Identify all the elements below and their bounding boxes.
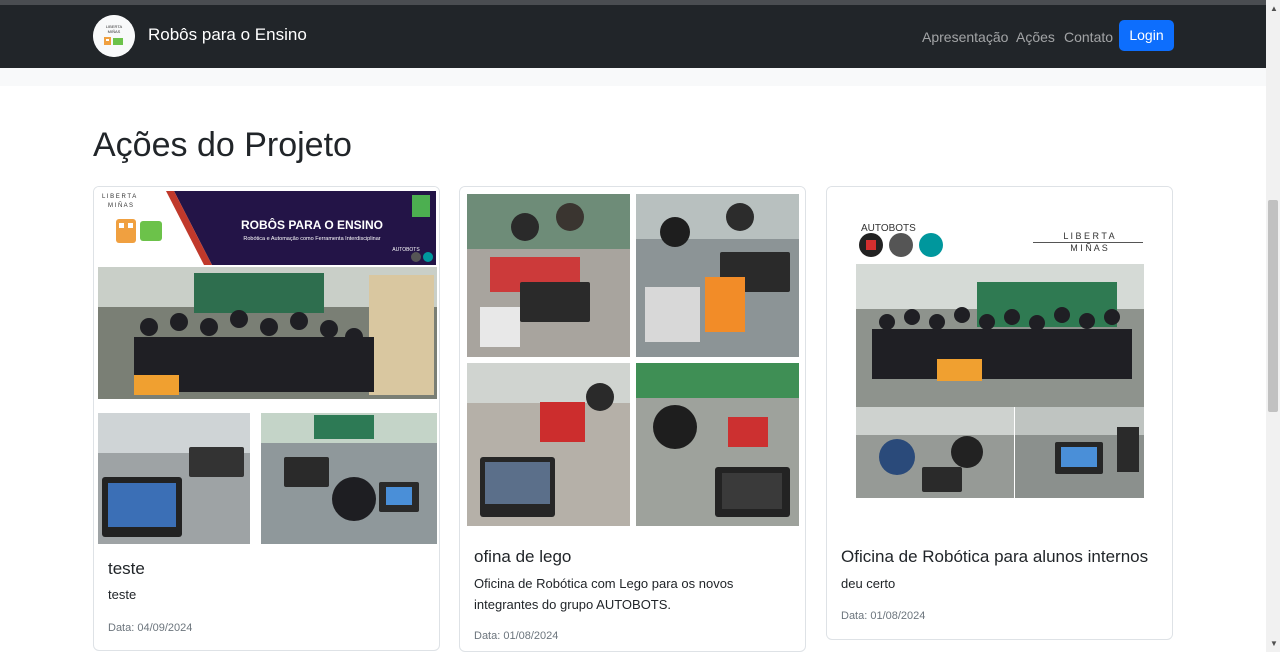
navbar: LIBERTA MIÑAS Robôs para o Ensino Aprese… [0,5,1266,68]
svg-text:M I Ñ A S: M I Ñ A S [108,202,133,209]
card-title[interactable]: ofina de lego [474,547,571,567]
card-image [460,187,805,537]
scroll-down-icon[interactable]: ▼ [1269,639,1279,648]
nav-link-apresentacao[interactable]: Apresentação [922,29,1008,45]
card-title[interactable]: teste [108,559,145,579]
logo-image: LIBERTA MIÑAS [93,15,135,57]
action-card-lego[interactable]: ofina de lego Oficina de Robótica com Le… [459,186,806,652]
svg-text:M I Ñ A S: M I Ñ A S [1070,243,1108,253]
card-image: AUTOBOTS L I B E R T A M I Ñ A S [827,187,1172,527]
login-button[interactable]: Login [1119,20,1174,51]
hero-band [0,68,1266,86]
brand-name[interactable]: Robôs para o Ensino [148,25,307,45]
action-card-oficina[interactable]: AUTOBOTS L I B E R T A M I Ñ A S Oficina… [826,186,1173,640]
card-image: L I B E R T A M I Ñ A S ROBÔS PARA O ENS… [94,187,439,547]
card-date: Data: 04/09/2024 [108,622,193,634]
scrollbar-thumb[interactable] [1268,200,1278,412]
scroll-up-icon[interactable]: ▲ [1269,4,1279,13]
nav-link-acoes[interactable]: Ações [1016,29,1055,45]
nav-link-contato[interactable]: Contato [1064,29,1113,45]
action-card-teste[interactable]: L I B E R T A M I Ñ A S ROBÔS PARA O ENS… [93,186,440,651]
svg-text:L I B E R T A: L I B E R T A [1063,231,1114,241]
card-text: Oficina de Robótica com Lego para os nov… [474,576,734,612]
svg-text:Robótica e Automação como Ferr: Robótica e Automação como Ferramenta Int… [243,236,380,242]
svg-text:MIÑAS: MIÑAS [108,29,121,34]
card-date: Data: 01/08/2024 [841,610,926,622]
card-date: Data: 01/08/2024 [474,630,559,642]
svg-text:L I B E R T A: L I B E R T A [102,194,136,200]
card-text: teste [108,587,137,602]
card-text: deu certo [841,576,896,591]
card-title[interactable]: Oficina de Robótica para alunos internos [841,547,1148,567]
site-logo[interactable]: LIBERTA MIÑAS [93,15,135,57]
page-title: Ações do Projeto [93,126,352,164]
svg-text:ROBÔS PARA O ENSINO: ROBÔS PARA O ENSINO [241,217,383,232]
svg-text:AUTOBOTS: AUTOBOTS [861,223,916,234]
